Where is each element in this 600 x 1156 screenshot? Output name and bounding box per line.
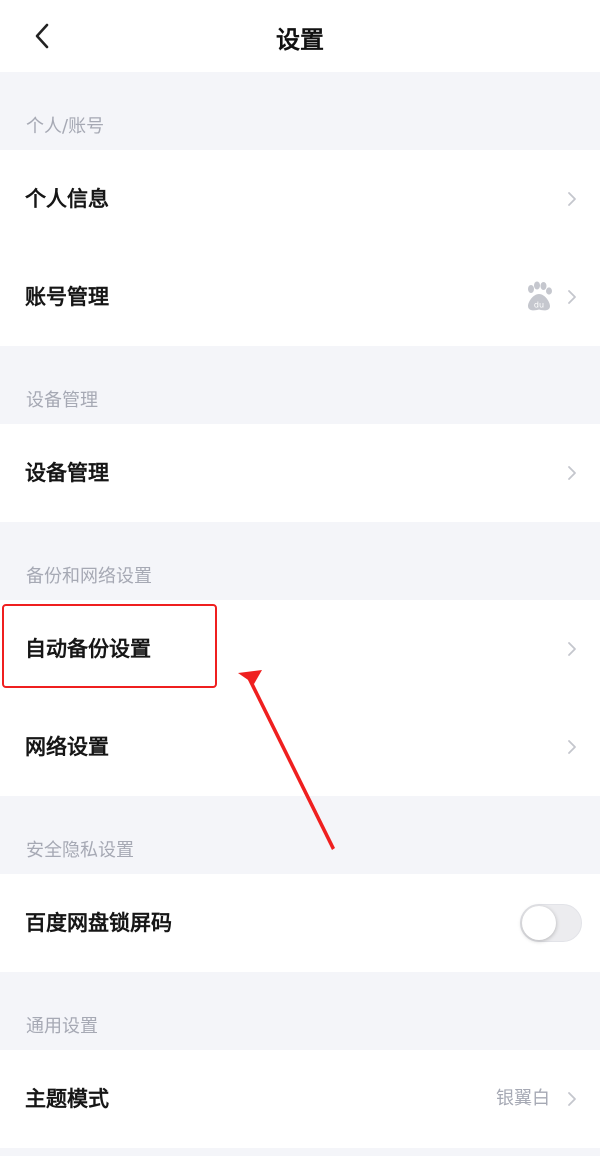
chevron-right-icon [568,1092,576,1106]
settings-item-personal-info[interactable]: 个人信息 [0,150,600,248]
top-bar: 设置 [0,0,600,72]
settings-item-label: 设备管理 [25,461,109,485]
group-security: 百度网盘锁屏码 [0,874,600,972]
chevron-right-icon [568,290,576,304]
group-general: 主题模式 银翼白 [0,1050,600,1148]
settings-item-auto-backup[interactable]: 自动备份设置 [0,600,600,698]
theme-value: 银翼白 [496,1088,550,1109]
section-header-backup-network: 备份和网络设置 [0,522,600,600]
settings-item-lock-code: 百度网盘锁屏码 [0,874,600,972]
section-header-device: 设备管理 [0,346,600,424]
settings-item-label: 个人信息 [25,187,109,211]
settings-item-label: 自动备份设置 [25,637,151,661]
settings-item-device-management[interactable]: 设备管理 [0,424,600,522]
baidu-paw-icon: du [528,281,552,311]
settings-page: 设置 个人/账号 个人信息 账号管理 du 设备管理 设备管理 备份和网络设置 … [0,0,600,1156]
section-header-general: 通用设置 [0,972,600,1050]
svg-text:du: du [534,301,544,310]
chevron-right-icon [568,642,576,656]
settings-item-label: 主题模式 [25,1087,109,1111]
page-title: 设置 [276,26,324,54]
chevron-right-icon [568,466,576,480]
section-header-security: 安全隐私设置 [0,796,600,874]
settings-item-label: 网络设置 [25,735,109,759]
settings-item-label: 百度网盘锁屏码 [25,911,172,935]
chevron-right-icon [568,740,576,754]
group-account: 个人信息 账号管理 du [0,150,600,346]
settings-item-label: 账号管理 [25,285,109,309]
settings-item-account-management[interactable]: 账号管理 du [0,248,600,346]
section-header-account: 个人/账号 [0,72,600,150]
group-device: 设备管理 [0,424,600,522]
chevron-right-icon [568,192,576,206]
lock-code-toggle[interactable] [520,904,582,942]
toggle-knob [522,906,556,940]
group-backup-network: 自动备份设置 网络设置 [0,600,600,796]
settings-item-network[interactable]: 网络设置 [0,698,600,796]
settings-item-theme[interactable]: 主题模式 银翼白 [0,1050,600,1148]
